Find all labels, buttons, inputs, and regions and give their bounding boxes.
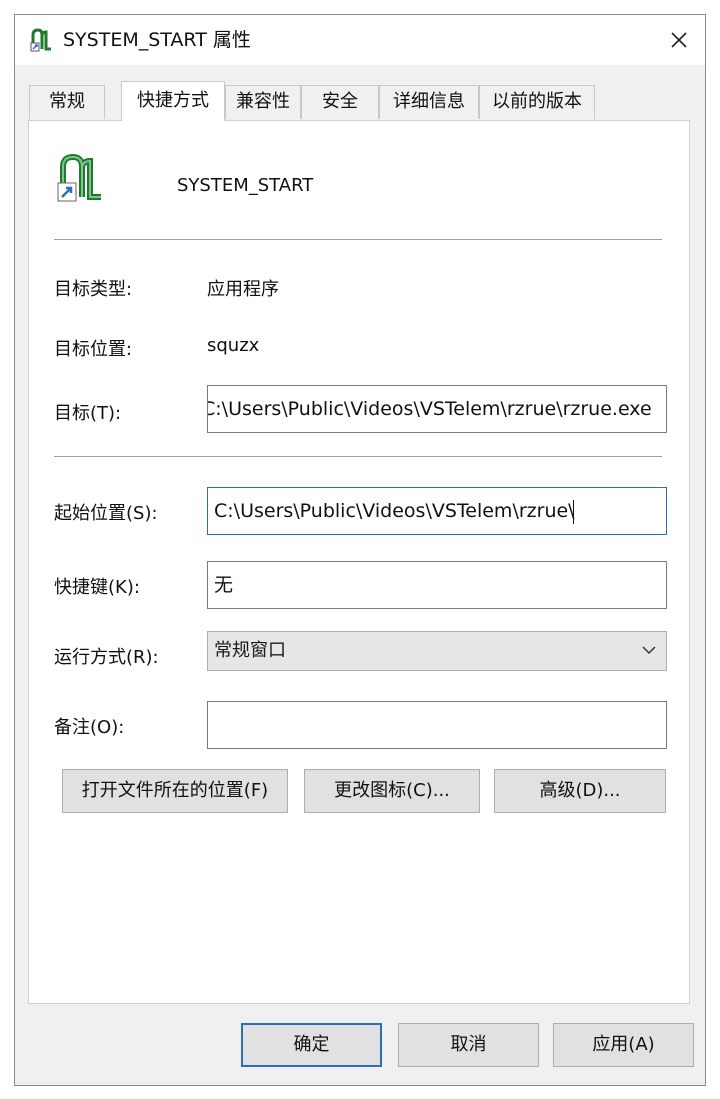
ok-button[interactable]: 确定 [241, 1023, 382, 1067]
tab-shortcut[interactable]: 快捷方式 [121, 81, 225, 121]
start-in-field[interactable]: C:\Users\Public\Videos\VSTelem\rzrue\ [207, 487, 667, 535]
target-field-value: C:\Users\Public\Videos\VSTelem\rzrue\rzr… [207, 398, 652, 420]
hotkey-label: 快捷键(K): [54, 577, 140, 598]
separator [54, 239, 662, 240]
target-field[interactable]: C:\Users\Public\Videos\VSTelem\rzrue\rzr… [207, 385, 667, 433]
hotkey-field[interactable]: 无 [207, 561, 667, 609]
start-in-field-value: C:\Users\Public\Videos\VSTelem\rzrue\ [214, 500, 575, 522]
comment-label: 备注(O): [54, 717, 125, 738]
run-label: 运行方式(R): [54, 647, 159, 668]
close-button[interactable] [653, 15, 705, 65]
close-icon [671, 32, 687, 48]
tab-strip: 常规 快捷方式 兼容性 安全 详细信息 以前的版本 [29, 81, 609, 121]
apply-button[interactable]: 应用(A) [553, 1023, 694, 1067]
properties-dialog: SYSTEM_START 属性 常规 快捷方式 兼容性 安全 详细信息 以前的版… [14, 14, 706, 1086]
tab-compatibility[interactable]: 兼容性 [225, 85, 301, 119]
shortcut-name: SYSTEM_START [177, 175, 314, 196]
target-location-label: 目标位置: [54, 339, 133, 360]
target-type-label: 目标类型: [54, 279, 133, 300]
comment-field[interactable] [207, 701, 667, 749]
chevron-down-icon [642, 646, 656, 655]
application-icon [30, 28, 54, 52]
title-bar: SYSTEM_START 属性 [15, 15, 705, 65]
tab-previous-versions[interactable]: 以前的版本 [479, 85, 595, 119]
tab-security[interactable]: 安全 [301, 85, 379, 119]
target-location-value: squzx [207, 335, 260, 356]
change-icon-button[interactable]: 更改图标(C)... [304, 769, 480, 813]
separator [54, 456, 662, 457]
shortcut-panel: SYSTEM_START 目标类型: 应用程序 目标位置: squzx 目标(T… [28, 120, 690, 1004]
run-select[interactable]: 常规窗口 [207, 631, 667, 671]
application-shortcut-icon [56, 152, 108, 204]
text-caret [572, 499, 574, 524]
target-type-value: 应用程序 [207, 279, 279, 300]
window-title: SYSTEM_START 属性 [63, 29, 251, 51]
tab-general[interactable]: 常规 [29, 85, 105, 119]
advanced-button[interactable]: 高级(D)... [494, 769, 666, 813]
tab-details[interactable]: 详细信息 [379, 85, 479, 119]
open-file-location-button[interactable]: 打开文件所在的位置(F) [62, 769, 288, 813]
run-select-value: 常规窗口 [214, 640, 286, 661]
target-label: 目标(T): [54, 403, 122, 424]
start-in-label: 起始位置(S): [54, 503, 158, 524]
cancel-button[interactable]: 取消 [398, 1023, 539, 1067]
